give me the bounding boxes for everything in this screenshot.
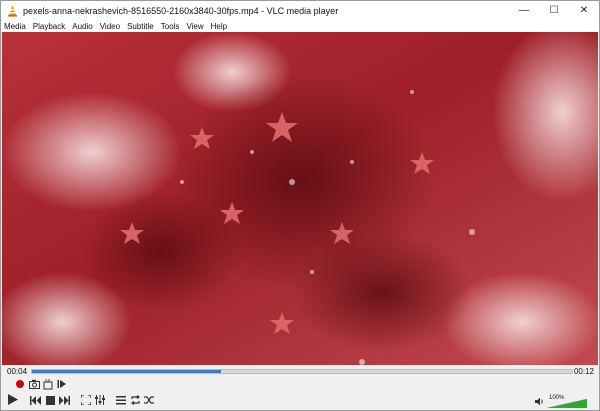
maximize-button[interactable]: ☐ (539, 1, 569, 20)
playlist-icon (116, 395, 126, 404)
menu-view[interactable]: View (186, 22, 203, 31)
menu-bar: Media Playback Audio Video Subtitle Tool… (1, 20, 599, 32)
menu-video[interactable]: Video (100, 22, 120, 31)
next-icon (58, 395, 70, 405)
seek-progress (32, 370, 221, 373)
menu-playback[interactable]: Playback (33, 22, 65, 31)
loop-ab-icon: AB (43, 379, 52, 389)
elapsed-time: 00:04 (7, 367, 28, 376)
vlc-window: pexels-anna-nekrashevich-8516550-2160x38… (0, 0, 600, 411)
stop-button[interactable] (44, 394, 56, 406)
vlc-cone-icon (6, 5, 18, 17)
next-button[interactable] (58, 394, 70, 406)
shuffle-button[interactable] (143, 394, 155, 406)
total-time: 00:12 (573, 367, 594, 376)
menu-audio[interactable]: Audio (72, 22, 92, 31)
play-icon (8, 394, 18, 405)
snapshot-button[interactable] (28, 378, 40, 390)
loop-icon (130, 395, 140, 405)
frame-step-icon (57, 380, 66, 388)
frame-step-button[interactable] (56, 378, 68, 390)
record-button[interactable] (14, 378, 26, 390)
previous-button[interactable] (29, 394, 41, 406)
minimize-button[interactable]: — (509, 1, 539, 20)
extended-settings-button[interactable] (94, 394, 106, 406)
record-icon (16, 380, 24, 388)
title-bar[interactable]: pexels-anna-nekrashevich-8516550-2160x38… (1, 1, 599, 20)
mute-button[interactable] (534, 395, 546, 407)
close-button[interactable]: ✕ (569, 1, 599, 20)
equalizer-icon (95, 395, 105, 405)
svg-text:AB: AB (45, 379, 51, 383)
volume-slider[interactable] (546, 398, 588, 409)
video-frame[interactable] (2, 32, 598, 365)
menu-subtitle[interactable]: Subtitle (127, 22, 154, 31)
seek-bar-row: 00:04 00:12 (1, 365, 599, 379)
camera-icon (28, 379, 40, 389)
advanced-controls: AB (1, 378, 599, 390)
menu-media[interactable]: Media (4, 22, 26, 31)
fullscreen-button[interactable] (80, 394, 92, 406)
stop-icon (45, 395, 55, 405)
menu-help[interactable]: Help (211, 22, 227, 31)
loop-button[interactable] (129, 394, 141, 406)
playlist-button[interactable] (115, 394, 127, 406)
menu-tools[interactable]: Tools (161, 22, 180, 31)
fullscreen-icon (81, 395, 91, 405)
seek-slider[interactable] (31, 369, 573, 374)
speaker-icon (535, 397, 543, 405)
play-button[interactable] (5, 392, 20, 407)
loop-ab-button[interactable]: AB (42, 378, 54, 390)
main-controls (1, 391, 599, 409)
previous-icon (29, 395, 41, 405)
window-title: pexels-anna-nekrashevich-8516550-2160x38… (23, 5, 339, 16)
shuffle-icon (143, 396, 154, 404)
